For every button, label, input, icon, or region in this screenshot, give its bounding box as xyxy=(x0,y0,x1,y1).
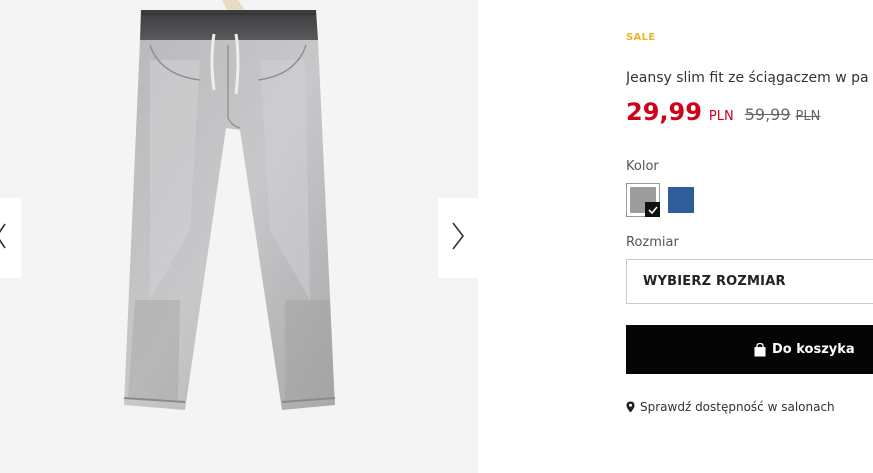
size-label: Rozmiar xyxy=(626,235,679,250)
product-image xyxy=(123,0,336,410)
store-availability-text: Sprawdź dostępność w salonach xyxy=(640,400,835,414)
add-to-cart-label: Do koszyka xyxy=(772,342,855,357)
product-gallery xyxy=(0,0,478,473)
price-row: 29,99 PLN 59,99 PLN xyxy=(626,98,820,126)
price-original: 59,99 xyxy=(744,105,791,124)
product-title: Jeansy slim fit ze ściągaczem w pa xyxy=(626,70,869,86)
price-current-currency: PLN xyxy=(708,109,734,124)
price-original-currency: PLN xyxy=(795,109,821,124)
map-pin-icon xyxy=(626,401,635,413)
gallery-prev-button[interactable] xyxy=(0,198,21,278)
chevron-left-icon xyxy=(0,222,7,254)
swatch-fill xyxy=(668,187,694,213)
color-swatch-blue[interactable] xyxy=(668,187,694,213)
price-current: 29,99 xyxy=(626,98,702,126)
store-availability-link[interactable]: Sprawdź dostępność w salonach xyxy=(626,400,835,414)
shopping-bag-icon xyxy=(754,342,766,357)
add-to-cart-button[interactable]: Do koszyka xyxy=(626,325,873,374)
size-select[interactable]: WYBIERZ ROZMIAR xyxy=(626,259,873,304)
chevron-right-icon xyxy=(450,221,466,255)
color-label: Kolor xyxy=(626,159,659,174)
checkmark-icon xyxy=(645,202,660,217)
color-swatch-grey[interactable] xyxy=(626,183,660,217)
gallery-next-button[interactable] xyxy=(438,198,478,278)
product-info: SALE Jeansy slim fit ze ściągaczem w pa … xyxy=(626,0,873,473)
sale-badge: SALE xyxy=(626,32,656,43)
